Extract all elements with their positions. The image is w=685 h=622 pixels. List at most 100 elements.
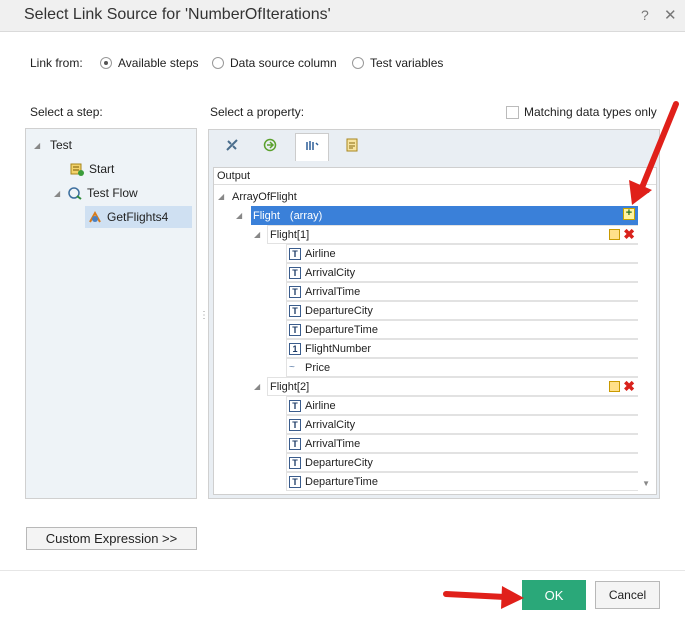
caret-flight-1[interactable]: ◢ [254,225,264,244]
field-row[interactable]: 1 FlightNumber [286,339,638,358]
output-icon [304,139,320,156]
tree-item-label: Test Flow [87,186,138,200]
close-button[interactable]: ✕ [664,6,677,24]
field-row[interactable]: T Airline [286,244,638,263]
flight-item-2[interactable]: Flight[2] ✖ [267,377,638,396]
tree-item-getflights4[interactable]: GetFlights4 [85,206,192,228]
custom-expression-button[interactable]: Custom Expression >> [26,527,197,550]
tools-icon [225,138,239,155]
text-type-icon: T [289,418,301,431]
field-row[interactable]: T DepartureTime [286,320,638,339]
input-icon [263,138,277,155]
output-header: Output [214,168,656,185]
collapse-caret-icon[interactable]: ◢ [254,230,264,239]
checkbox-box[interactable] [506,105,519,119]
field-name: Price [305,361,331,374]
scroll-up-icon[interactable]: ▲ [643,186,651,195]
select-step-label: Select a step: [30,105,103,119]
radio-dot[interactable] [100,57,112,69]
radio-test-variables[interactable]: Test variables [352,56,443,70]
delete-icon[interactable]: ✖ [623,379,635,393]
dialog-title: Select Link Source for 'NumberOfIteratio… [24,6,331,23]
cancel-button[interactable]: Cancel [595,581,660,609]
field-name: DepartureCity [305,456,373,469]
text-type-icon: T [289,285,301,298]
matching-types-checkbox[interactable]: Matching data types only [506,105,657,119]
flight-array-row[interactable]: Flight (array) + [251,206,638,225]
input-tab[interactable] [253,133,287,159]
field-name: ArrivalTime [305,437,361,450]
tree-item-start[interactable]: Start [70,158,114,180]
flight-name: Flight [253,209,280,222]
collapse-caret-icon[interactable]: ◢ [54,189,64,198]
tree-item-label: GetFlights4 [107,210,169,224]
field-name: DepartureCity [305,304,373,317]
text-type-icon: T [289,456,301,469]
text-type-icon: T [289,304,301,317]
tree-item-label: Test [50,138,73,152]
flight-item-label: Flight[2] [270,380,310,393]
radio-label: Test variables [370,56,444,70]
help-button[interactable]: ? [641,7,649,23]
text-type-icon: T [289,323,301,336]
output-root-label: ArrayOfFlight [232,190,297,203]
tree-item-test-flow[interactable]: ◢ Test Flow [54,182,138,204]
radio-label: Available steps [118,56,199,70]
field-name: Airline [305,399,336,412]
field-name: Airline [305,247,336,260]
field-name: FlightNumber [305,342,372,355]
copy-icon[interactable] [609,381,620,392]
radio-label: Data source column [230,56,337,70]
number-type-icon: 1 [289,342,301,355]
properties-tab[interactable] [215,133,249,159]
document-icon [346,138,358,155]
flight-item-1[interactable]: Flight[1] ✖ [267,225,638,244]
collapse-caret-icon[interactable]: ◢ [254,382,264,391]
attachments-tab[interactable] [335,133,369,159]
ok-button[interactable]: OK [522,580,586,610]
field-name: ArrivalTime [305,285,361,298]
text-type-icon: T [289,437,301,450]
start-step-icon [70,162,84,176]
field-name: DepartureTime [305,475,378,488]
output-tab[interactable] [295,133,329,161]
field-row[interactable]: T DepartureCity [286,453,638,472]
field-row[interactable]: T DepartureCity [286,301,638,320]
output-tree: Output ▲ ▼ ◢ ArrayOfFlight ◢ Flight (arr… [213,167,657,495]
copy-icon[interactable] [609,229,620,240]
properties-panel: Output ▲ ▼ ◢ ArrayOfFlight ◢ Flight (arr… [208,129,660,499]
tree-item-label: Start [89,162,115,176]
scroll-down-icon[interactable]: ▼ [642,479,650,488]
delete-icon[interactable]: ✖ [623,227,635,241]
field-row[interactable]: T DepartureTime [286,472,638,491]
add-item-icon[interactable]: + [623,208,635,220]
field-row[interactable]: ~ Price [286,358,638,377]
caret-flight[interactable]: ◢ [236,206,246,225]
caret-flight-2[interactable]: ◢ [254,377,264,396]
radio-data-source-column[interactable]: Data source column [212,56,337,70]
field-row[interactable]: T ArrivalTime [286,282,638,301]
web-service-icon [88,210,102,224]
checkbox-label: Matching data types only [524,105,657,119]
field-name: DepartureTime [305,323,378,336]
decimal-type-icon: ~ [289,362,295,373]
text-type-icon: T [289,247,301,260]
field-name: ArrivalCity [305,418,356,431]
radio-available-steps[interactable]: Available steps [100,56,199,70]
field-row[interactable]: T ArrivalCity [286,415,638,434]
field-row[interactable]: T ArrivalCity [286,263,638,282]
radio-dot[interactable] [212,57,224,69]
text-type-icon: T [289,399,301,412]
collapse-caret-icon[interactable]: ◢ [34,141,44,150]
steps-tree: ◢ Test Start ◢ Test Flow GetFlights4 [25,128,197,499]
select-property-label: Select a property: [210,105,305,119]
field-row[interactable]: T ArrivalTime [286,434,638,453]
collapse-caret-icon[interactable]: ◢ [236,211,246,220]
field-row[interactable]: T Airline [286,396,638,415]
output-root[interactable]: ◢ ArrayOfFlight [218,187,297,206]
radio-dot[interactable] [352,57,364,69]
tree-item-test[interactable]: ◢ Test [34,134,72,156]
text-type-icon: T [289,475,301,488]
flight-item-label: Flight[1] [270,228,310,241]
collapse-caret-icon[interactable]: ◢ [218,192,228,201]
